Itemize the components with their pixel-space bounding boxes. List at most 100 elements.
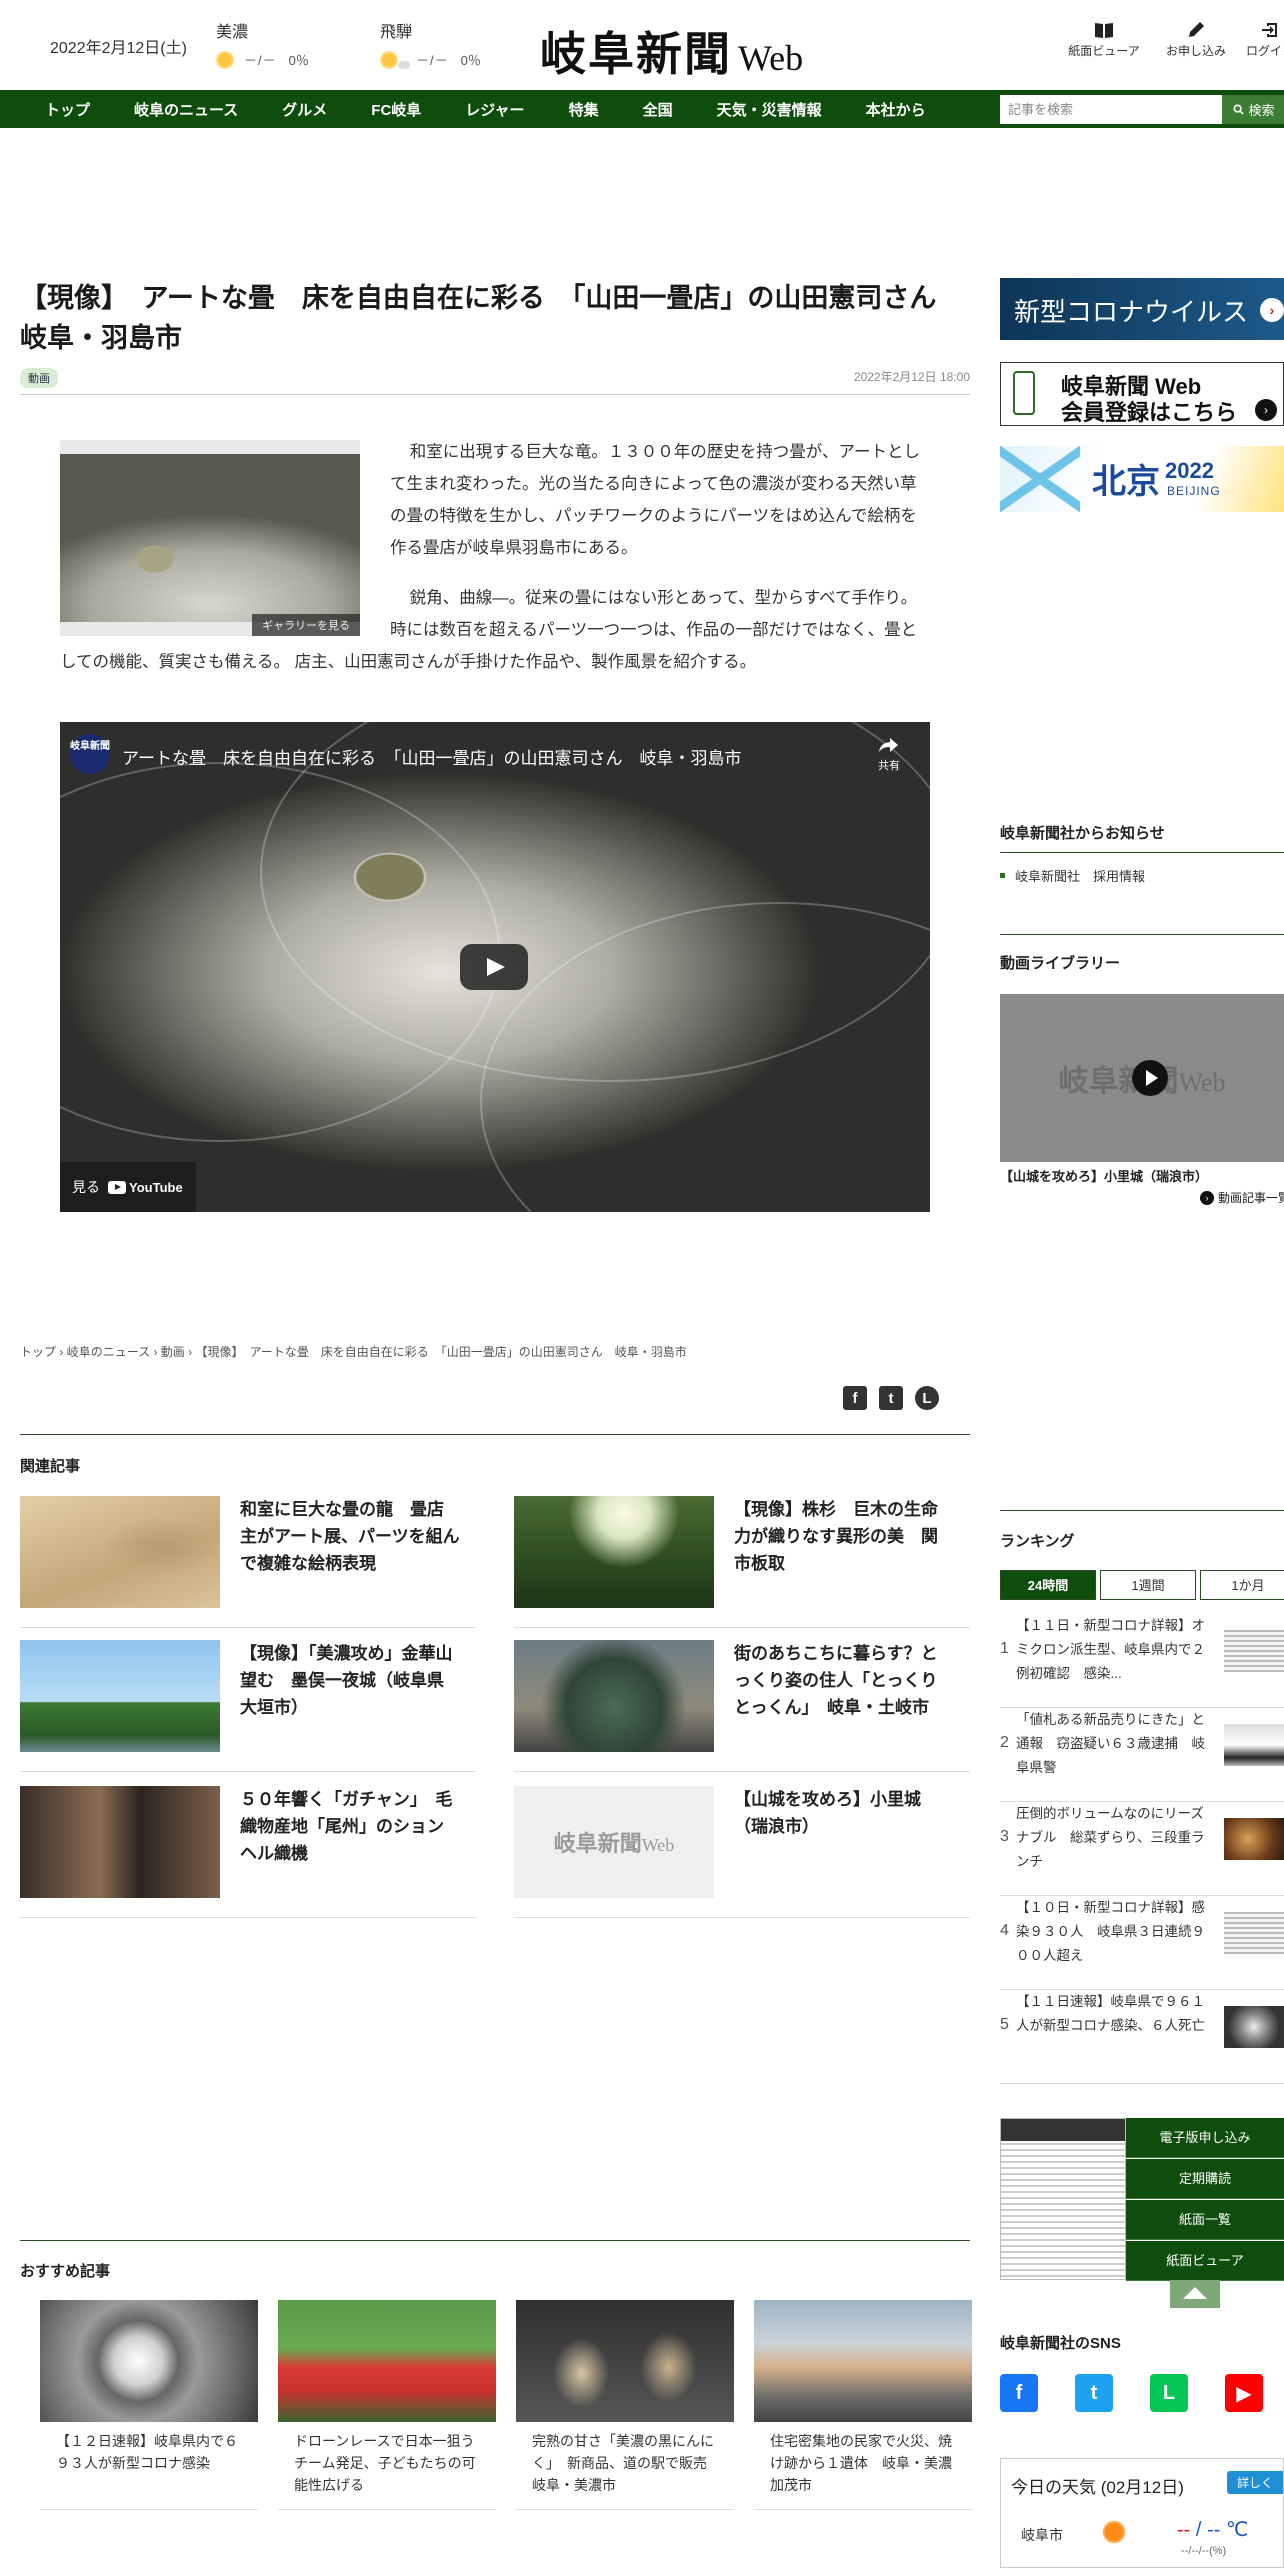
line-icon[interactable]: L: [1150, 2374, 1188, 2412]
chevron-right-icon: ›: [1255, 399, 1277, 421]
nav-leisure[interactable]: レジャー: [443, 99, 546, 120]
nav-gifu-news[interactable]: 岐阜のニュース: [112, 99, 260, 120]
related-card[interactable]: 街のあちこちに暮らす？とっくり姿の住人「とっくりとっくん」 岐阜・土岐市: [514, 1640, 970, 1772]
recommended-title[interactable]: 【１２日速報】岐阜県内で６９３人が新型コロナ感染: [40, 2430, 258, 2474]
nav-national[interactable]: 全国: [621, 99, 695, 120]
ranking-heading: ランキング: [1000, 1533, 1075, 1550]
ranking-item[interactable]: 3 圧倒的ボリュームなのにリーズナブル 総菜ずらり、三段重ランチ: [1000, 1802, 1284, 1896]
ranking-title[interactable]: 【１１日・新型コロナ詳報】オミクロン派生型、岐阜県内で２例初確認 感染...: [1016, 1614, 1206, 1686]
video-share-button[interactable]: 共有: [878, 736, 900, 773]
recommended-title[interactable]: ドローンレースで日本一狙う チーム発足、子どもたちの可能性広げる: [278, 2430, 496, 2496]
related-title[interactable]: 【山城を攻めろ】小里城（瑞浪市）: [734, 1786, 954, 1840]
watch-label: 見る: [72, 1179, 100, 1195]
ranking-tab-1week[interactable]: 1週間: [1100, 1570, 1196, 1600]
related-title[interactable]: ５０年響く「ガチャン」 毛織物産地「尾州」のションヘル織機: [240, 1786, 460, 1867]
twitter-share-icon[interactable]: t: [879, 1386, 903, 1410]
related-card[interactable]: ５０年響く「ガチャン」 毛織物産地「尾州」のションヘル織機: [20, 1786, 476, 1918]
related-title[interactable]: 【現像】株杉 巨木の生命力が織りなす異形の美 関市板取: [734, 1496, 954, 1577]
recommended-card[interactable]: 【１２日速報】岐阜県内で６９３人が新型コロナ感染: [40, 2300, 258, 2510]
ranking-item[interactable]: 1 【１１日・新型コロナ詳報】オミクロン派生型、岐阜県内で２例初確認 感染...: [1000, 1614, 1284, 1708]
nav-fc-gifu[interactable]: FC岐阜: [349, 99, 443, 120]
weather-rain: 0％: [288, 53, 309, 68]
weather-rain: 0％: [460, 53, 481, 68]
ranking-title[interactable]: 「値札ある新品売りにきた」と通報 窃盗疑い６３歳逮捕 岐阜県警: [1016, 1708, 1206, 1780]
paper-list-button[interactable]: 紙面一覧: [1126, 2200, 1284, 2240]
ranking-item[interactable]: 5 【１１日速報】岐阜県で９６１人が新型コロナ感染、６人死亡: [1000, 1990, 1284, 2084]
youtube-player[interactable]: 岐阜新聞 アートな畳 床を自由自在に彩る 「山田一畳店」の山田憲司さん 岐阜・羽…: [60, 722, 930, 1212]
login-button[interactable]: ログイン: [1240, 18, 1284, 59]
header-weather-mino[interactable]: 美濃 －/－ 0％: [216, 18, 386, 69]
recommended-card[interactable]: ドローンレースで日本一狙う チーム発足、子どもたちの可能性広げる: [278, 2300, 496, 2510]
header-weather-hida[interactable]: 飛騨 －/－ 0％: [380, 18, 550, 69]
line-share-icon[interactable]: L: [915, 1386, 939, 1410]
video-tag[interactable]: 動画: [20, 368, 58, 388]
subscription-button[interactable]: 定期購読: [1126, 2159, 1284, 2199]
corona-banner[interactable]: 新型コロナウイルス ›: [1000, 278, 1284, 340]
ranking-title[interactable]: 【１０日・新型コロナ詳報】感染９３０人 岐阜県３日連続９００人超え: [1016, 1896, 1206, 1968]
ranking-item[interactable]: 2 「値札ある新品売りにきた」と通報 窃盗疑い６３歳逮捕 岐阜県警: [1000, 1708, 1284, 1802]
ranking-thumbnail: [1224, 1630, 1284, 1672]
related-card[interactable]: 和室に巨大な畳の龍 畳店主がアート展、パーツを組んで複雑な絵柄表現: [20, 1496, 476, 1628]
nav-top[interactable]: トップ: [0, 99, 112, 120]
twitter-icon[interactable]: t: [1075, 2374, 1113, 2412]
video-library-more-link[interactable]: › 動画記事一覧: [1200, 1189, 1284, 1206]
subscribe-button[interactable]: お申し込み: [1156, 18, 1236, 59]
member-register-banner[interactable]: 岐阜新聞 Web 会員登録はこちら ›: [1000, 362, 1284, 426]
beijing-2022-banner[interactable]: 北京 2022 BEIJING: [1000, 446, 1284, 512]
sns-heading: 岐阜新聞社のSNS: [1000, 2335, 1121, 2352]
youtube-icon[interactable]: ▶: [1225, 2374, 1263, 2412]
related-card[interactable]: 岐阜新聞Web 【山城を攻めろ】小里城（瑞浪市）: [514, 1786, 970, 1918]
ranking-title[interactable]: 圧倒的ボリュームなのにリーズナブル 総菜ずらり、三段重ランチ: [1016, 1802, 1206, 1874]
nav-weather-disaster[interactable]: 天気・災害情報: [695, 99, 844, 120]
ranking-number: 5: [1000, 2016, 1009, 2033]
channel-avatar[interactable]: 岐阜新聞: [70, 734, 110, 774]
gallery-thumbnail[interactable]: ギャラリーを見る: [60, 440, 360, 636]
related-title[interactable]: 和室に巨大な畳の龍 畳店主がアート展、パーツを組んで複雑な絵柄表現: [240, 1496, 460, 1577]
ranking-thumbnail: [1224, 1912, 1284, 1954]
gallery-link[interactable]: ギャラリーを見る: [252, 614, 360, 636]
search-button[interactable]: 検索: [1222, 95, 1284, 124]
video-title[interactable]: アートな畳 床を自由自在に彩る 「山田一畳店」の山田憲司さん 岐阜・羽島市: [122, 744, 741, 769]
breadcrumb-item[interactable]: 岐阜のニュース: [67, 1345, 150, 1359]
weather-temperature: -- / -- ℃: [1177, 2519, 1249, 2541]
nav-special[interactable]: 特集: [547, 99, 621, 120]
ranking-tab-24h[interactable]: 24時間: [1000, 1570, 1096, 1600]
video-library-more-label: 動画記事一覧: [1218, 1191, 1284, 1205]
back-to-top-button[interactable]: [1170, 2280, 1220, 2308]
recommended-card[interactable]: 住宅密集地の民家で火災、焼け跡から１遺体 岐阜・美濃加茂市: [754, 2300, 972, 2510]
recommended-thumbnail: [754, 2300, 972, 2422]
newspaper-thumbnail[interactable]: [1000, 2118, 1126, 2280]
ranking-item[interactable]: 4 【１０日・新型コロナ詳報】感染９３０人 岐阜県３日連続９００人超え: [1000, 1896, 1284, 1990]
recommended-title[interactable]: 住宅密集地の民家で火災、焼け跡から１遺体 岐阜・美濃加茂市: [754, 2430, 972, 2496]
ranking-title[interactable]: 【１１日速報】岐阜県で９６１人が新型コロナ感染、６人死亡: [1016, 1990, 1206, 2038]
weather-detail-button[interactable]: 詳しく: [1226, 2471, 1283, 2494]
related-title[interactable]: 【現像】「美濃攻め」金華山望む 墨俣一夜城（岐阜県大垣市）: [240, 1640, 460, 1721]
video-library-heading: 動画ライブラリー: [1000, 955, 1121, 972]
video-library-thumbnail[interactable]: 岐阜新聞Web: [1000, 994, 1284, 1162]
beijing-emblem-icon: [1000, 446, 1080, 512]
related-title[interactable]: 街のあちこちに暮らす？とっくり姿の住人「とっくりとっくん」 岐阜・土岐市: [734, 1640, 954, 1721]
youtube-logo: YouTube: [108, 1180, 183, 1195]
play-button[interactable]: [460, 944, 528, 990]
watch-on-youtube[interactable]: 見る YouTube: [60, 1162, 196, 1212]
site-logo[interactable]: 岐阜新聞 Web: [540, 18, 803, 80]
paper-viewer-button[interactable]: 紙面ビューア: [1064, 18, 1144, 59]
paper-viewer-link[interactable]: 紙面ビューア: [1126, 2241, 1284, 2281]
recommended-card[interactable]: 完熟の甘さ「美濃の黒にんにく」 新商品、道の駅で販売 岐阜・美濃市: [516, 2300, 734, 2510]
search-button-label: 検索: [1248, 103, 1275, 118]
related-card[interactable]: 【現像】「美濃攻め」金華山望む 墨俣一夜城（岐阜県大垣市）: [20, 1640, 476, 1772]
ranking-tab-1month[interactable]: 1か月: [1200, 1570, 1284, 1600]
search-input[interactable]: [1000, 95, 1222, 124]
related-card[interactable]: 【現像】株杉 巨木の生命力が織りなす異形の美 関市板取: [514, 1496, 970, 1628]
notice-item[interactable]: 岐阜新聞社 採用情報: [1000, 866, 1145, 885]
facebook-share-icon[interactable]: f: [843, 1386, 867, 1410]
e-edition-apply-button[interactable]: 電子版申し込み: [1126, 2118, 1284, 2158]
nav-gourmet[interactable]: グルメ: [260, 99, 349, 120]
header-date: 2022年2月12日(土): [50, 40, 187, 57]
facebook-icon[interactable]: f: [1000, 2374, 1038, 2412]
breadcrumb-item[interactable]: 動画: [161, 1345, 185, 1359]
recommended-title[interactable]: 完熟の甘さ「美濃の黒にんにく」 新商品、道の駅で販売 岐阜・美濃市: [516, 2430, 734, 2496]
breadcrumb-item[interactable]: トップ: [20, 1345, 56, 1359]
nav-company[interactable]: 本社から: [844, 99, 948, 120]
video-library-title[interactable]: 【山城を攻めろ】小里城（瑞浪市）: [1000, 1166, 1208, 1185]
